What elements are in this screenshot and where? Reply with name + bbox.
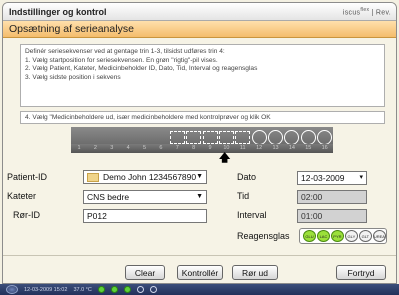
ror-value: P012 (87, 211, 107, 221)
sequence-position-label: 7 (175, 145, 179, 151)
patient-select[interactable]: Demo John 1234567890 ▼ (83, 170, 207, 184)
title-bar: Indstillinger og kontrol iscusflex | Rev… (3, 3, 396, 21)
ror-label: Rør-ID (13, 210, 40, 220)
taskbar-date: 12-03-2009 15:02 (24, 286, 68, 293)
dropdown-arrow-icon: ▼ (196, 193, 203, 200)
kateter-label: Kateter (7, 191, 37, 201)
sequence-position-label: 2 (93, 145, 97, 151)
kateter-select[interactable]: CNS bedre ▼ (83, 190, 207, 204)
reagent-toggle-urea[interactable]: UREA (372, 230, 386, 242)
clear-button[interactable]: Clear (125, 265, 165, 280)
reagent-toggle-lac[interactable]: LAC (316, 230, 330, 242)
reagent-name: GLY (347, 233, 356, 239)
reagent-name: UREA (373, 233, 385, 239)
sequence-position-label: 14 (288, 145, 295, 151)
dropdown-arrow-icon: ▼ (196, 173, 203, 180)
reagent-toggle-glt[interactable]: GLT (358, 230, 372, 242)
interval-value: 01:00 (301, 211, 323, 221)
taskbar-status: 37.0 °C (73, 286, 92, 293)
date-dropdown-icon: ▾ (359, 174, 363, 181)
button-divider (3, 255, 396, 256)
window-title: Indstillinger og kontrol (9, 6, 107, 17)
sequence-position-label: 15 (305, 145, 312, 151)
section-title: Opsætning af serieanalyse (9, 23, 134, 35)
tray-status-icon (123, 286, 131, 293)
brand-name: iscus (342, 9, 361, 17)
brand-suffix: | Rev. (371, 9, 391, 17)
start-arrow-icon: 🡅 (219, 152, 231, 164)
sequence-position-label: 16 (321, 145, 328, 151)
instructions-box: Definér seriesekvenser ved at gentage tr… (20, 44, 385, 107)
sequence-slot[interactable] (300, 130, 316, 145)
kontroller-button[interactable]: Kontrollér (177, 265, 223, 280)
sequence-slot[interactable] (284, 130, 300, 145)
sequence-position-label: 11 (239, 145, 246, 151)
sequence-position-label: 3 (110, 145, 114, 151)
sequence-slot[interactable] (169, 131, 185, 144)
brand-logo: iscusflex | Rev. (343, 7, 391, 16)
sequence-slot[interactable] (186, 131, 202, 144)
patient-value: Demo John 1234567890 (103, 172, 197, 182)
reagent-name: GLT (361, 233, 370, 239)
settings-window: Indstillinger og kontrol iscusflex | Rev… (2, 2, 397, 284)
tray-status-icon (149, 286, 157, 293)
taskbar: 12-03-2009 15:02 37.0 °C (0, 284, 399, 295)
instruction-line: 1. Vælg startposition for seriesekvensen… (25, 56, 218, 64)
sequence-numbers: 1 2 3 4 5 6 7 8 9 10 11 12 13 14 15 16 (71, 144, 333, 153)
sequence-position-label: 10 (223, 145, 230, 151)
start-button-icon[interactable] (6, 285, 18, 294)
sequence-slot[interactable] (317, 130, 333, 145)
reagent-toggle-glu[interactable]: GLU (303, 230, 316, 242)
dato-value: 12-03-2009 (301, 173, 345, 183)
sequence-position-label: 6 (159, 145, 163, 151)
tid-value: 02:00 (301, 192, 323, 202)
kateter-value: CNS bedre (87, 192, 130, 202)
tid-field[interactable]: 02:00 (297, 190, 367, 204)
sequence-slot[interactable] (218, 131, 234, 144)
instruction-line: 3. Vælg sidste position i sekvens (25, 73, 121, 81)
sequence-position-label: 1 (77, 145, 81, 151)
sequence-slot[interactable] (268, 130, 283, 145)
patient-color-swatch (87, 173, 99, 183)
instruction-line: 2. Vælg Patient, Kateter, Medicinbeholde… (25, 65, 258, 73)
reagent-toggle-gly[interactable]: GLY (344, 230, 358, 242)
sequence-position-label: 8 (192, 145, 196, 151)
sequence-selector: 1 2 3 4 5 6 7 8 9 10 11 12 13 14 15 16 🡅 (71, 127, 333, 165)
dato-label: Dato (237, 172, 257, 182)
reagent-name: LAC (319, 233, 328, 239)
brand-sup: flex (360, 6, 370, 13)
instruction-step4: 4. Vælg "Medicinbeholdere ud, især medic… (25, 114, 271, 121)
ror-input[interactable]: P012 (83, 209, 207, 223)
dato-picker[interactable]: 12-03-2009 ▾ (297, 171, 367, 185)
tray-status-icon (97, 286, 105, 293)
tray-status-icon (110, 286, 118, 293)
sequence-position-label: 13 (272, 145, 279, 151)
reagens-label: Reagensglas (237, 231, 290, 241)
reagent-selector: GLU LAC PYR GLY GLT UREA (299, 228, 387, 244)
interval-label: Interval (237, 210, 267, 220)
patient-label: Patient-ID (7, 172, 48, 182)
reagent-name: PYR (333, 233, 342, 239)
reagent-name: GLU (305, 233, 314, 239)
sequence-slot[interactable] (235, 131, 251, 144)
fortryd-button[interactable]: Fortryd (336, 265, 386, 280)
sequence-position-label: 4 (126, 145, 130, 151)
sequence-position-label: 12 (256, 145, 263, 151)
reagent-toggle-pyr[interactable]: PYR (330, 230, 344, 242)
sequence-slot[interactable] (251, 130, 267, 145)
sequence-slot[interactable] (202, 131, 218, 144)
instruction-line: Definér seriesekvenser ved at gentage tr… (25, 48, 225, 55)
instruction-step4-box: 4. Vælg "Medicinbeholdere ud, især medic… (20, 111, 385, 124)
interval-field[interactable]: 01:00 (297, 209, 367, 223)
section-header: Opsætning af serieanalyse (3, 21, 396, 38)
tray-status-icon (136, 286, 144, 293)
sequence-position-label: 5 (142, 145, 147, 151)
ror-ud-button[interactable]: Rør ud (232, 265, 278, 280)
sequence-position-label: 9 (208, 145, 212, 151)
tid-label: Tid (237, 191, 250, 201)
